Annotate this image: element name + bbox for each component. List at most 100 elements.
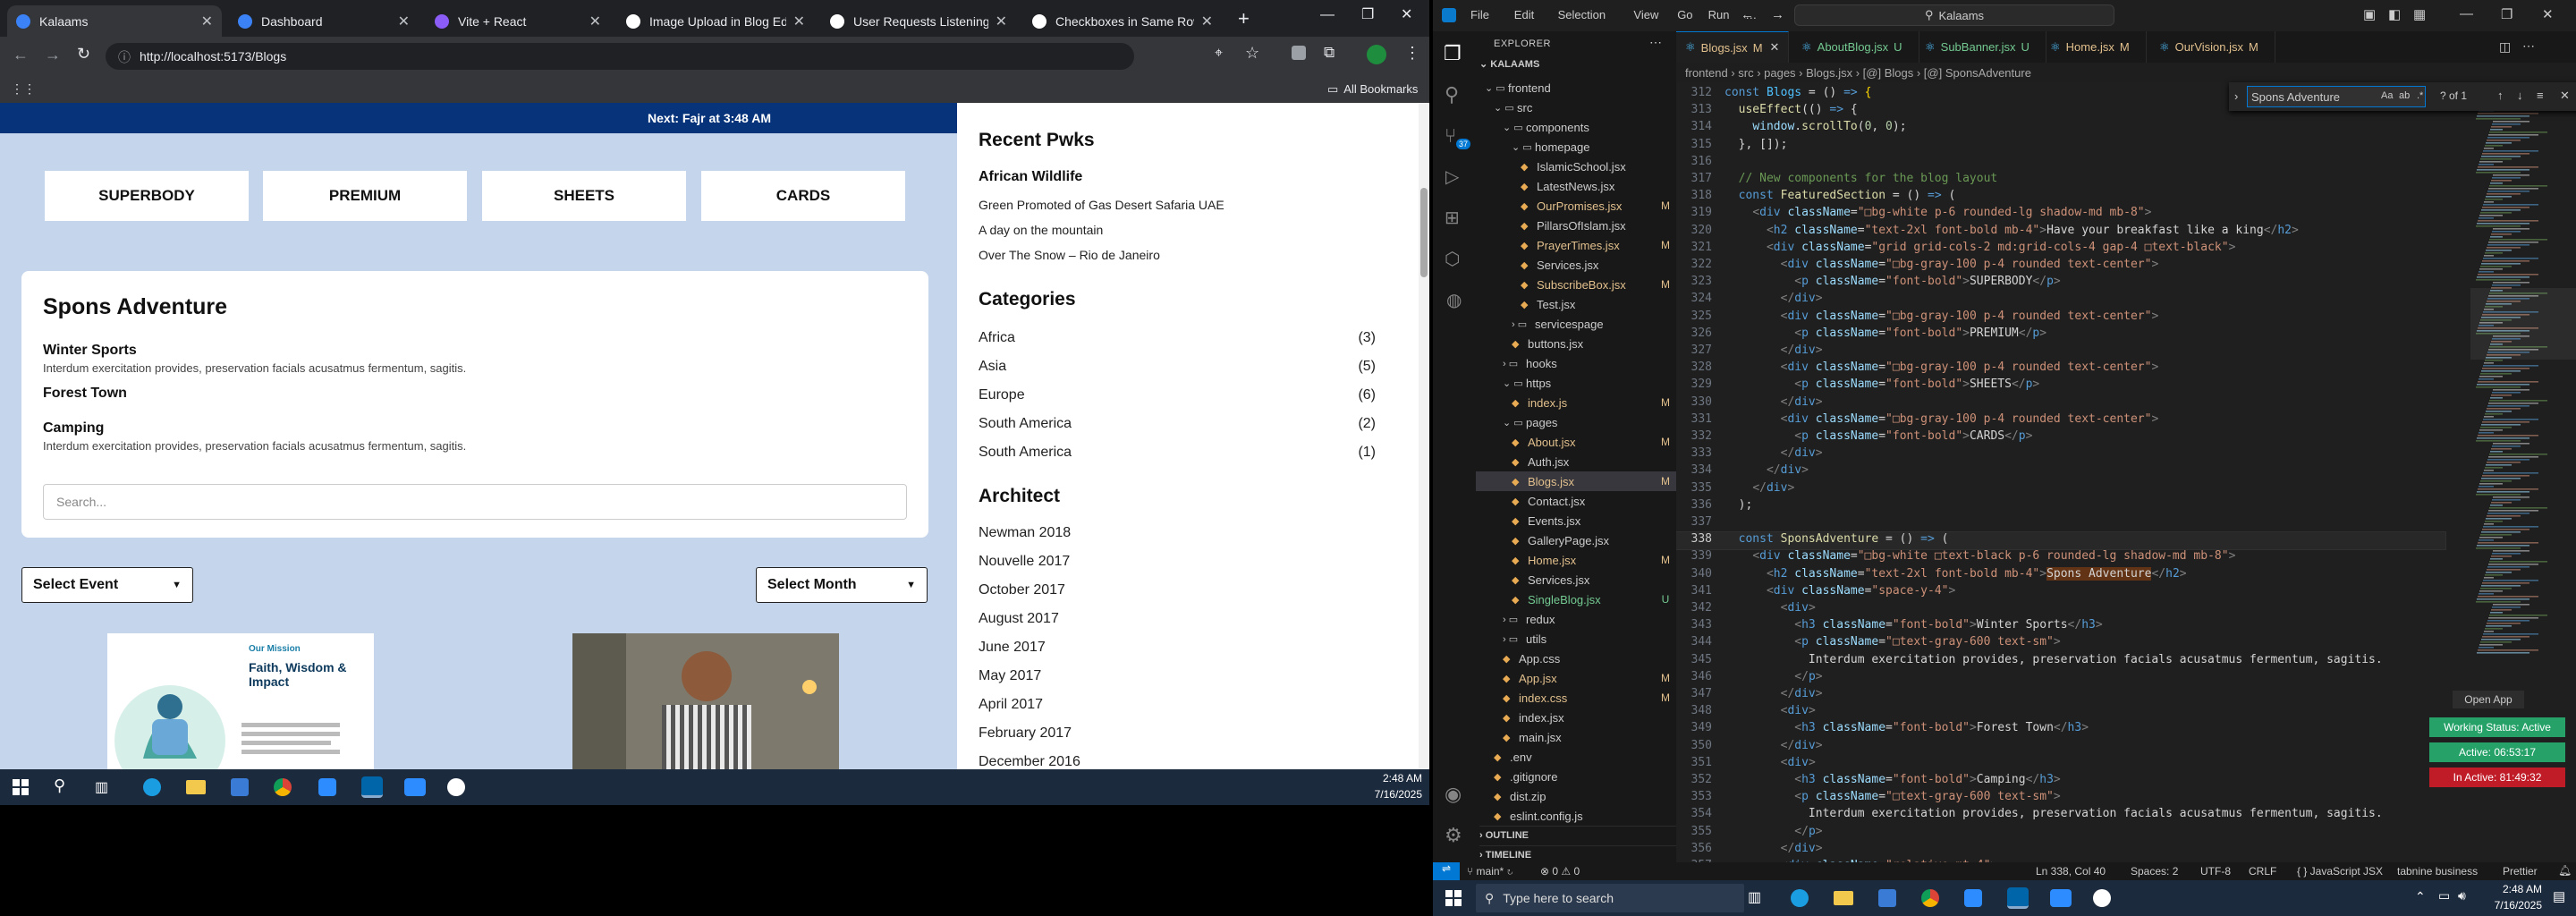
tray-chevron-icon[interactable]: ⌃	[2415, 889, 2426, 904]
zoom-icon[interactable]	[2050, 889, 2072, 907]
tree-file[interactable]: ◆ .gitignore	[1476, 767, 1676, 786]
split-editor-icon[interactable]: ◫	[2499, 39, 2511, 55]
settings-gear-icon[interactable]: ⚙	[1445, 824, 1462, 847]
app-icon[interactable]	[447, 778, 465, 796]
blog-search-input[interactable]: Search...	[43, 484, 907, 520]
recent-post-link[interactable]: Green Promoted of Gas Desert Safaria UAE	[979, 198, 1224, 212]
app-icon[interactable]	[2093, 889, 2111, 907]
select-event-dropdown[interactable]: Select Event ▼	[21, 567, 193, 603]
category-row[interactable]: Europe (6)	[979, 387, 1376, 403]
close-tab-icon[interactable]: ✕	[589, 13, 601, 30]
tree-file[interactable]: ◆ PrayerTimes.jsx M	[1476, 235, 1676, 255]
tree-file[interactable]: ◆ index.js M	[1476, 393, 1676, 412]
task-view-icon[interactable]: ▥	[95, 778, 108, 796]
recent-post-link[interactable]: Over The Snow – Rio de Janeiro	[979, 248, 1160, 262]
browser-tab[interactable]: User Requests Listening Assi ✕	[821, 5, 1016, 37]
code-line[interactable]: 317 // New components for the blog layou…	[1676, 172, 2445, 189]
store-icon[interactable]	[231, 778, 249, 796]
tree-file[interactable]: ◆ Services.jsx	[1476, 570, 1676, 589]
code-line[interactable]: 320 <h2 className="text-2xl font-bold mb…	[1676, 224, 2445, 241]
match-case-icon[interactable]: Aa	[2381, 90, 2393, 101]
blog-card-image-2[interactable]	[572, 633, 839, 769]
category-row[interactable]: Asia (5)	[979, 359, 1376, 375]
code-line[interactable]: 342 <div>	[1676, 601, 2445, 618]
code-line[interactable]: 321 <div className="grid grid-cols-2 md:…	[1676, 241, 2445, 258]
tree-file[interactable]: ◆ .env	[1476, 747, 1676, 767]
open-app-button[interactable]: Open App	[2453, 691, 2524, 708]
tree-folder[interactable]: ⌄ ▭ src	[1476, 98, 1676, 117]
code-line[interactable]: 330 </div>	[1676, 395, 2445, 412]
browser-tab[interactable]: Dashboard ✕	[229, 5, 419, 37]
extension-icon[interactable]	[1292, 46, 1306, 60]
tree-file[interactable]: ◆ dist.zip	[1476, 786, 1676, 806]
scrollbar-thumb[interactable]	[1420, 188, 1428, 277]
maximize-icon[interactable]: ❐	[2501, 6, 2512, 22]
next-match-icon[interactable]: ↓	[2517, 89, 2523, 102]
chrome-taskbar-icon[interactable]	[1921, 889, 1939, 907]
category-row[interactable]: South America (2)	[979, 416, 1376, 432]
apps-grid-icon[interactable]: ⋮⋮	[11, 81, 36, 97]
tree-folder[interactable]: ⌄ ▭ pages	[1476, 412, 1676, 432]
tree-folder[interactable]: › ▭ hooks	[1476, 353, 1676, 373]
remote-icon[interactable]: ⬡	[1445, 248, 1460, 270]
tabnine-status[interactable]: tabnine business	[2397, 865, 2478, 878]
code-line[interactable]: 347 </div>	[1676, 687, 2445, 704]
tree-folder[interactable]: › ▭ redux	[1476, 609, 1676, 629]
tree-file[interactable]: ◆ index.css M	[1476, 688, 1676, 708]
timeline-section[interactable]: › TIMELINE	[1479, 845, 1676, 861]
tree-folder[interactable]: ⌄ ▭ frontend	[1476, 78, 1676, 98]
network-icon[interactable]: ▭	[2438, 888, 2450, 903]
windows-start-icon[interactable]	[1445, 890, 1462, 906]
recent-post-link[interactable]: A day on the mountain	[979, 223, 1103, 237]
code-line[interactable]: 355 </p>	[1676, 825, 2445, 842]
tree-file[interactable]: ◆ About.jsx M	[1476, 432, 1676, 452]
category-row[interactable]: South America (1)	[979, 445, 1376, 461]
code-line[interactable]: 345 Interdum exercitation provides, pres…	[1676, 653, 2445, 670]
code-line[interactable]: 352 <h3 className="font-bold">Camping</h…	[1676, 773, 2445, 790]
select-month-dropdown[interactable]: Select Month ▼	[756, 567, 928, 603]
all-bookmarks[interactable]: ▭ All Bookmarks	[1327, 82, 1418, 97]
breadcrumb[interactable]: frontend › src › pages › Blogs.jsx › [@]…	[1676, 63, 2576, 82]
code-line[interactable]: 315 }, []);	[1676, 138, 2445, 155]
outline-section[interactable]: › OUTLINE	[1479, 826, 1676, 841]
tree-file[interactable]: ◆ Events.jsx	[1476, 511, 1676, 530]
code-line[interactable]: 338 const SponsAdventure = () => (	[1676, 531, 2446, 551]
editor-tab[interactable]: ⚛ AboutBlog.jsx U	[1792, 31, 1919, 63]
page-scrollbar[interactable]	[1419, 103, 1429, 769]
volume-icon[interactable]: 🔊︎	[2458, 888, 2466, 903]
category-card-sheets[interactable]: SHEETS	[482, 171, 686, 221]
app-icon[interactable]	[1964, 889, 1982, 907]
menu-item[interactable]: Go	[1677, 8, 1692, 21]
code-line[interactable]: 331 <div className="□bg-gray-100 p-4 rou…	[1676, 412, 2445, 429]
editor-tab[interactable]: ⚛ Home.jsx M	[2041, 31, 2147, 63]
taskbar-clock[interactable]: 2:48 AM 7/16/2025	[1360, 772, 1422, 801]
code-line[interactable]: 335 </div>	[1676, 481, 2445, 498]
edge-icon[interactable]	[1791, 889, 1809, 907]
tree-folder[interactable]: › ▭ utils	[1476, 629, 1676, 649]
archive-link[interactable]: Nouvelle 2017	[979, 554, 1070, 570]
site-info-icon[interactable]: ⓘ	[118, 48, 131, 66]
app-icon[interactable]	[318, 778, 336, 796]
editor-tab[interactable]: ⚛ SubBanner.jsx U	[1916, 31, 2046, 63]
tree-file[interactable]: ◆ Contact.jsx	[1476, 491, 1676, 511]
menu-item[interactable]: Run	[1708, 8, 1730, 21]
menu-item[interactable]: Edit	[1514, 8, 1534, 21]
vscode-taskbar-icon[interactable]	[361, 776, 383, 798]
code-line[interactable]: 344 <p className="□text-gray-600 text-sm…	[1676, 635, 2445, 652]
chrome-menu-icon[interactable]: ⋮	[1404, 44, 1420, 63]
tree-file[interactable]: ◆ IslamicSchool.jsx	[1476, 157, 1676, 176]
close-find-icon[interactable]: ✕	[2560, 89, 2570, 103]
indentation[interactable]: Spaces: 2	[2131, 865, 2178, 878]
taskbar-clock[interactable]: 2:48 AM 7/16/2025	[2479, 883, 2542, 912]
archive-link[interactable]: May 2017	[979, 668, 1041, 684]
code-line[interactable]: 322 <div className="□bg-gray-100 p-4 rou…	[1676, 258, 2445, 275]
location-icon[interactable]: ⌖	[1215, 46, 1223, 62]
recent-post-link[interactable]: African Wildlife	[979, 169, 1082, 185]
code-line[interactable]: 351 <div>	[1676, 756, 2445, 773]
problems-indicator[interactable]: ⊗ 0 ⚠ 0	[1540, 865, 1580, 878]
address-bar[interactable]: ⓘ http://localhost:5173/Blogs	[106, 43, 1134, 70]
menu-item[interactable]: View	[1633, 8, 1658, 21]
file-explorer-icon[interactable]	[186, 780, 206, 794]
code-line[interactable]: 325 <div className="□bg-gray-100 p-4 rou…	[1676, 310, 2445, 327]
code-line[interactable]: 356 </div>	[1676, 842, 2445, 859]
